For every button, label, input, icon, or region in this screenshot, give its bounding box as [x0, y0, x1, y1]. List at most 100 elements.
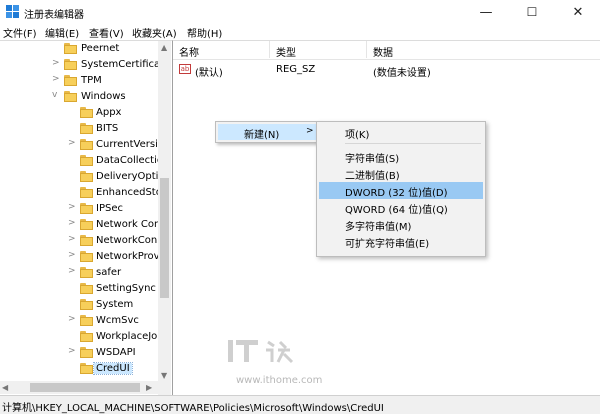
tree-item-label: SettingSync — [96, 283, 156, 294]
folder-icon — [64, 43, 77, 54]
menu-help[interactable]: 帮助(H) — [187, 25, 222, 40]
submenu-item-key[interactable]: 项(K) — [319, 124, 483, 141]
scroll-up-icon[interactable]: ▲ — [161, 43, 167, 52]
menu-bar: 文件(F) 编辑(E) 查看(V) 收藏夹(A) 帮助(H) — [0, 24, 600, 40]
tree-item-label: WSDAPI — [96, 347, 136, 358]
folder-icon — [80, 155, 93, 166]
tree-item-label: Network Con — [96, 219, 161, 230]
close-button[interactable]: ✕ — [555, 0, 600, 24]
column-header-type[interactable]: 类型 — [270, 41, 367, 59]
submenu-item-string-value[interactable]: 字符串值(S) — [319, 148, 483, 165]
submenu-item-label: 字符串值(S) — [345, 154, 400, 165]
window-title: 注册表编辑器 — [24, 10, 84, 21]
chevron-right-icon[interactable]: > — [52, 58, 60, 68]
chevron-right-icon[interactable]: > — [68, 346, 76, 356]
tree-item-label: Peernet — [81, 43, 120, 54]
chevron-right-icon[interactable]: > — [68, 138, 76, 148]
chevron-right-icon[interactable]: > — [68, 202, 76, 212]
maximize-button[interactable]: ☐ — [509, 0, 555, 24]
submenu-item-label: DWORD (32 位)值(D) — [345, 188, 448, 199]
regedit-app-icon — [6, 5, 19, 18]
tree-item-label: WorkplaceJo — [96, 331, 158, 342]
tree-item-label: WcmSvc — [96, 315, 139, 326]
folder-icon — [80, 251, 93, 262]
folder-icon — [80, 331, 93, 342]
folder-icon — [80, 347, 93, 358]
folder-icon — [80, 203, 93, 214]
tree-item-label: BITS — [96, 123, 119, 134]
tree-item-label: IPSec — [96, 203, 123, 214]
folder-icon — [80, 171, 93, 182]
folder-icon — [80, 235, 93, 246]
submenu-item-multi-string-value[interactable]: 多字符串值(M) — [319, 216, 483, 233]
tree-item-label: safer — [96, 267, 122, 278]
submenu-item-label: 二进制值(B) — [345, 171, 400, 182]
chevron-right-icon[interactable]: > — [52, 74, 60, 84]
menu-item-new-label: 新建(N) — [244, 130, 280, 141]
registry-path: 计算机\HKEY_LOCAL_MACHINE\SOFTWARE\Policies… — [2, 403, 384, 414]
menu-view[interactable]: 查看(V) — [89, 25, 124, 40]
submenu-item-qword-value[interactable]: QWORD (64 位)值(Q) — [319, 199, 483, 216]
submenu-item-label: 多字符串值(M) — [345, 222, 412, 233]
value-type: REG_SZ — [276, 64, 316, 75]
menu-separator — [345, 143, 481, 144]
menu-favorites[interactable]: 收藏夹(A) — [132, 25, 177, 40]
column-header-data[interactable]: 数据 — [367, 41, 599, 59]
tree-item-label: Windows — [81, 91, 126, 102]
tree-item-label: TPM — [81, 75, 102, 86]
chevron-right-icon: > — [306, 126, 314, 136]
submenu-item-expandable-string-value[interactable]: 可扩充字符串值(E) — [319, 233, 483, 250]
submenu-item-binary-value[interactable]: 二进制值(B) — [319, 165, 483, 182]
folder-icon — [64, 59, 77, 70]
submenu-item-label: QWORD (64 位)值(Q) — [345, 205, 448, 216]
tree-item-label: Appx — [96, 107, 122, 118]
tree-pane[interactable]: Peernet > SystemCertificate > TPM v Wind… — [0, 40, 173, 396]
minimize-button[interactable]: — — [463, 0, 509, 24]
folder-icon — [80, 139, 93, 150]
watermark-url: www.ithome.com — [236, 375, 323, 386]
registry-value-row[interactable]: ab (默认) REG_SZ (数值未设置) — [173, 61, 600, 79]
new-submenu[interactable]: 项(K) 字符串值(S) 二进制值(B) DWORD (32 位)值(D) QW… — [316, 121, 486, 257]
column-header-label: 名称 — [179, 48, 199, 59]
header-divider — [173, 59, 600, 60]
folder-icon — [80, 315, 93, 326]
folder-icon — [80, 123, 93, 134]
chevron-right-icon[interactable]: > — [68, 218, 76, 228]
value-data: (数值未设置) — [373, 68, 431, 79]
folder-icon — [80, 187, 93, 198]
ithome-watermark-logo — [228, 340, 294, 364]
chevron-right-icon[interactable]: > — [68, 266, 76, 276]
scroll-right-icon[interactable]: ▶ — [146, 383, 152, 392]
menu-edit[interactable]: 编辑(E) — [45, 25, 79, 40]
chevron-right-icon[interactable]: > — [68, 234, 76, 244]
tree-horizontal-scrollbar[interactable]: ◀ ▶ — [0, 381, 158, 394]
column-header-name[interactable]: 名称 — [173, 41, 270, 59]
context-menu[interactable]: 新建(N) > — [215, 121, 319, 143]
tree-item-label: CurrentVersic — [96, 139, 164, 150]
menu-file[interactable]: 文件(F) — [3, 25, 37, 40]
submenu-item-label: 项(K) — [345, 130, 370, 141]
folder-icon — [64, 75, 77, 86]
tree-item-label: DeliveryOptin — [96, 171, 165, 182]
submenu-item-label: 可扩充字符串值(E) — [345, 239, 430, 250]
scroll-left-icon[interactable]: ◀ — [2, 383, 8, 392]
title-bar: 注册表编辑器 — ☐ ✕ — [0, 0, 600, 24]
folder-icon — [80, 283, 93, 294]
chevron-down-icon[interactable]: v — [52, 90, 60, 100]
tree-vertical-scrollbar[interactable]: ▲ ▼ — [158, 41, 171, 396]
column-header-label: 类型 — [276, 48, 296, 59]
folder-open-icon — [64, 91, 77, 102]
chevron-right-icon[interactable]: > — [68, 250, 76, 260]
status-bar: 计算机\HKEY_LOCAL_MACHINE\SOFTWARE\Policies… — [0, 395, 600, 414]
scrollbar-thumb[interactable] — [160, 178, 169, 298]
chevron-right-icon[interactable]: > — [68, 314, 76, 324]
scrollbar-thumb[interactable] — [30, 383, 140, 392]
column-header-label: 数据 — [373, 48, 393, 59]
scroll-down-icon[interactable]: ▼ — [161, 371, 167, 380]
tree-item-label: System — [96, 299, 134, 310]
tree-item-label: EnhancedStor — [96, 187, 166, 198]
menu-item-new[interactable]: 新建(N) > — [218, 124, 316, 141]
value-name: (默认) — [195, 68, 223, 79]
submenu-item-dword-value[interactable]: DWORD (32 位)值(D) — [319, 182, 483, 199]
tree-item-label: SystemCertificate — [81, 59, 171, 70]
